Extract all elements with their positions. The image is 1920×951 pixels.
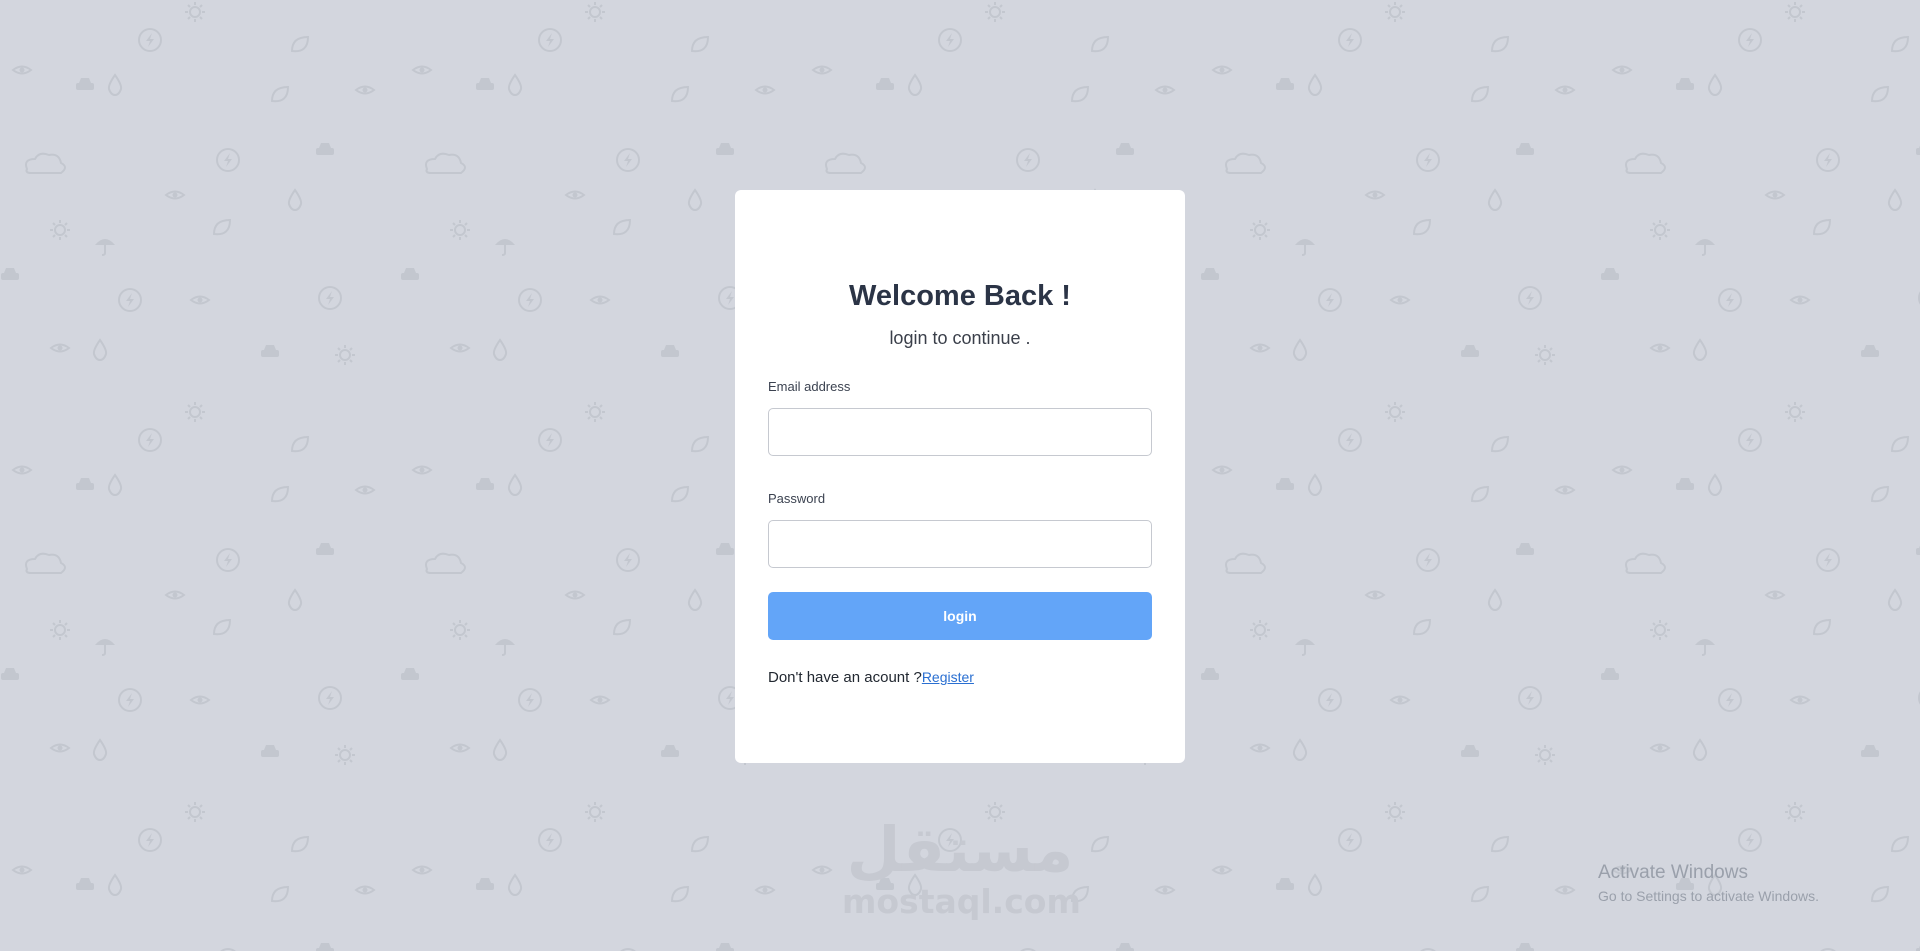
mostaql-watermark: مستقل mostaql.com	[842, 813, 1081, 921]
watermark-arabic-text: مستقل	[846, 813, 1074, 886]
register-prompt: Don't have an acount ?	[768, 669, 922, 686]
activate-windows-subtitle: Go to Settings to activate Windows.	[1598, 888, 1819, 904]
activate-windows-title: Activate Windows	[1598, 862, 1748, 883]
login-form: Email address Password login	[768, 379, 1152, 640]
activate-windows-notice: Activate Windows Go to Settings to activ…	[1598, 861, 1819, 905]
watermark-latin-text: mostaql.com	[842, 882, 1081, 921]
page-title: Welcome Back !	[849, 280, 1071, 312]
register-link[interactable]: Register	[922, 669, 974, 685]
login-card: Welcome Back ! login to continue . Email…	[735, 190, 1185, 763]
page-subtitle: login to continue .	[889, 328, 1031, 348]
login-button[interactable]: login	[768, 592, 1152, 640]
register-row: Don't have an acount ?Register	[768, 667, 1152, 688]
password-label: Password	[768, 491, 826, 506]
email-field[interactable]	[768, 408, 1152, 456]
email-label: Email address	[768, 379, 851, 394]
password-field[interactable]	[768, 520, 1152, 568]
